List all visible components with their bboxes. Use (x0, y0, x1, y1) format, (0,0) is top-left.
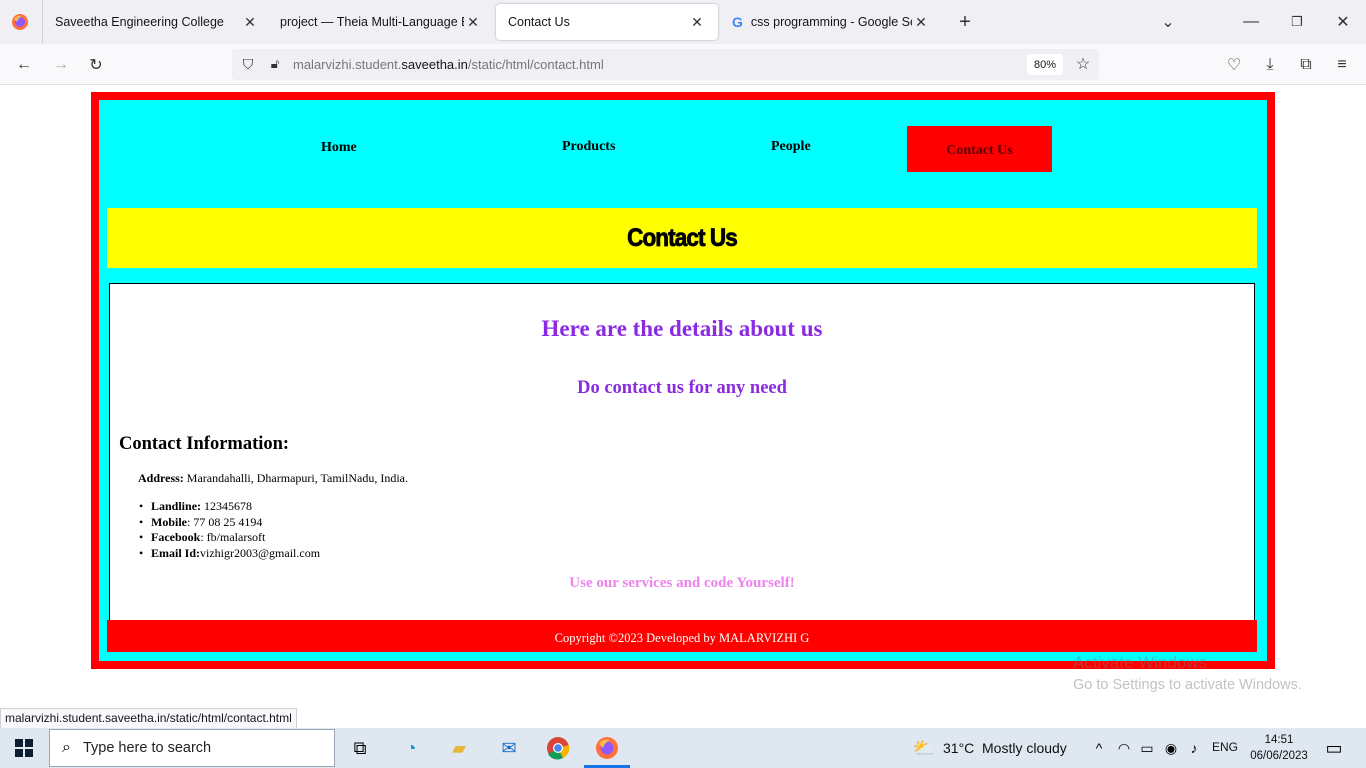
back-icon[interactable]: ← (11, 52, 37, 78)
contact-info-heading: Contact Information: (119, 434, 290, 454)
address-label: Address: (138, 471, 184, 485)
watermark-title: Activate Windows (1073, 653, 1208, 672)
outer-red-frame: Home Products People Contact Us Contact … (91, 92, 1275, 669)
mail-icon[interactable]: ✉ (495, 734, 523, 762)
cyan-panel: Home Products People Contact Us Contact … (99, 100, 1267, 661)
chrome-icon[interactable] (544, 734, 572, 762)
tab-saveetha[interactable]: Saveetha Engineering College ✕ (43, 4, 271, 40)
landline-label: Landline: (151, 499, 202, 513)
google-icon: G (732, 14, 743, 30)
menu-contact-us[interactable]: Contact Us (907, 126, 1052, 172)
page-title: Contact Us (627, 223, 738, 252)
clock[interactable]: 14:51 06/06/2023 (1246, 732, 1312, 764)
language-indicator[interactable]: ENG (1212, 740, 1238, 754)
details-heading: Here are the details about us (541, 316, 823, 341)
notification-icon[interactable]: ▭ (1320, 734, 1348, 762)
title-banner: Contact Us (107, 208, 1257, 268)
list-item: Facebook: fb/malarsoft (139, 530, 320, 546)
task-view-icon[interactable]: ⧉ (346, 734, 374, 762)
contact-heading: Do contact us for any need (577, 378, 787, 398)
url-path: /static/html/contact.html (467, 57, 604, 72)
activate-windows-watermark: Activate Windows Go to Settings to activ… (1073, 652, 1302, 696)
tab-title: css programming - Google Sear (750, 15, 912, 29)
reload-icon[interactable]: ↻ (83, 52, 109, 78)
menu-products[interactable]: Products (562, 139, 615, 155)
clock-time: 14:51 (1264, 734, 1294, 746)
list-item: Email Id:vizhigr2003@gmail.com (139, 546, 321, 562)
new-tab-icon[interactable]: + (952, 9, 978, 35)
lock-icon[interactable]: 🔓︎ (262, 51, 288, 77)
tab-title: project — Theia Multi-Language Ex (280, 15, 464, 29)
landline-value: 12345678 (201, 499, 253, 513)
edge-icon[interactable]: ◔ (397, 734, 425, 762)
web-page: Home Products People Contact Us Contact … (0, 86, 1366, 706)
extensions-icon[interactable]: ⧉ (1293, 52, 1319, 78)
address-line: Address: Marandahalli, Dharmapuri, Tamil… (138, 471, 408, 486)
navigation-toolbar: ← → ↻ ⛉ 🔓︎ malarvizhi.student.saveetha.i… (0, 44, 1366, 85)
close-icon[interactable]: ✕ (912, 14, 930, 31)
email-label: Email Id: (151, 546, 201, 561)
content-box: Here are the details about us Do contact… (109, 283, 1255, 621)
tab-title: Saveetha Engineering College (55, 15, 224, 29)
tab-title: Contact Us (508, 15, 570, 29)
status-link-preview: malarvizhi.student.saveetha.in/static/ht… (0, 708, 297, 729)
file-explorer-icon[interactable]: ▰ (445, 734, 473, 762)
menu-home[interactable]: Home (321, 140, 357, 156)
windows-start-icon[interactable] (10, 734, 38, 762)
facebook-label: Facebook (151, 530, 201, 545)
weather-description[interactable]: Mostly cloudy (982, 740, 1067, 756)
close-icon[interactable]: ✕ (241, 14, 259, 31)
weather-cloudy-icon[interactable]: ⛅ (910, 734, 938, 762)
forward-icon[interactable]: → (48, 52, 74, 78)
mobile-label: Mobile (151, 514, 187, 529)
services-tagline: Use our services and code Yourself! (569, 575, 795, 591)
url-prefix: malarvizhi.student. (293, 57, 402, 72)
list-item: Mobile: 77 08 25 4194 (139, 514, 320, 531)
firefox-icon[interactable] (7, 9, 33, 35)
close-icon[interactable]: ✕ (688, 14, 706, 31)
tab-bar: Saveetha Engineering College ✕ project —… (0, 0, 1366, 44)
email-value: vizhigr2003@gmail.com (200, 546, 321, 561)
url-host: saveetha.in (401, 57, 468, 72)
address-value: Marandahalli, Dharmapuri, TamilNadu, Ind… (183, 471, 408, 485)
search-placeholder: Type here to search (82, 740, 212, 756)
menu-people[interactable]: People (771, 139, 811, 155)
page-footer: Copyright ©2023 Developed by MALARVIZHI … (107, 620, 1257, 652)
tab-theia[interactable]: project — Theia Multi-Language Ex ✕ (268, 4, 494, 40)
list-item: Landline: 12345678 (139, 499, 320, 515)
menu-icon[interactable]: ≡ (1329, 52, 1355, 78)
restore-icon[interactable]: ❐ (1284, 9, 1310, 35)
tab-google[interactable]: G css programming - Google Sear ✕ (720, 4, 942, 40)
mobile-value: : 77 08 25 4194 (187, 514, 263, 529)
bookmark-star-icon[interactable]: ☆ (1070, 51, 1096, 77)
close-icon[interactable]: ✕ (464, 14, 482, 31)
minimize-icon[interactable]: — (1238, 9, 1264, 35)
clock-date: 06/06/2023 (1250, 750, 1308, 762)
volume-icon[interactable]: ♪ (1180, 734, 1208, 762)
chevron-up-icon[interactable]: ^ (1085, 734, 1113, 762)
watermark-subtitle: Go to Settings to activate Windows. (1073, 677, 1302, 693)
window-close-icon[interactable]: ✕ (1330, 9, 1356, 35)
chevron-down-icon[interactable]: ⌄ (1155, 9, 1181, 35)
weather-temperature[interactable]: 31°C (943, 740, 974, 756)
address-bar[interactable]: ⛉ 🔓︎ malarvizhi.student.saveetha.in/stat… (232, 49, 1099, 80)
facebook-value: : fb/malarsoft (200, 530, 266, 545)
url-text[interactable]: malarvizhi.student.saveetha.in/static/ht… (293, 57, 604, 72)
search-icon: ⌕ (62, 739, 71, 756)
zoom-indicator[interactable]: 80% (1027, 54, 1063, 75)
pocket-icon[interactable]: ♡ (1221, 52, 1247, 78)
contact-list: Landline: 12345678 Mobile: 77 08 25 4194… (139, 499, 321, 562)
firefox-taskbar-icon[interactable] (593, 734, 621, 762)
download-icon[interactable]: ⤓ (1257, 52, 1283, 78)
windows-taskbar: ⌕ Type here to search ⧉ ◔ ▰ ✉ ⛅ 31°C Mos… (0, 728, 1366, 768)
tab-contact-us[interactable]: Contact Us ✕ (496, 4, 718, 40)
shield-icon[interactable]: ⛉ (235, 51, 261, 77)
taskbar-search[interactable]: ⌕ Type here to search (49, 729, 335, 767)
